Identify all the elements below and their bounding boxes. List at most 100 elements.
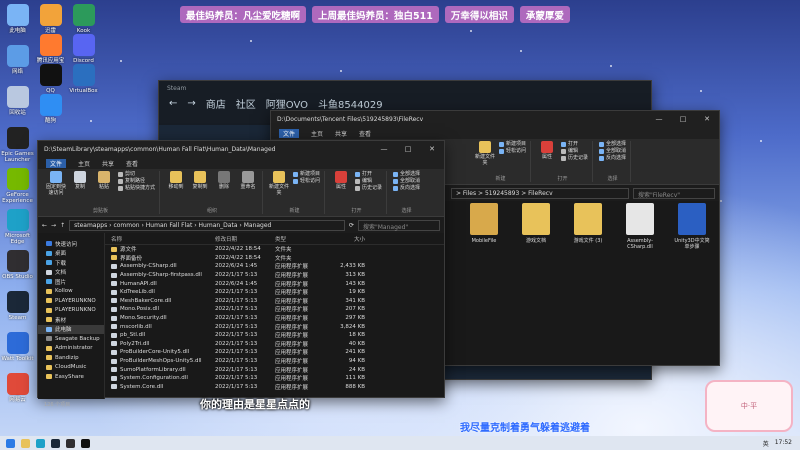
table-row[interactable]: ProBuilderMeshOps-Unity5.dll 2022/1/17 5:…: [105, 357, 444, 366]
new-folder-button[interactable]: 新建文件夹: [475, 141, 495, 166]
clock[interactable]: 17:52: [775, 439, 792, 448]
nav-item[interactable]: 素材: [38, 315, 104, 325]
delete-button[interactable]: 删除: [214, 171, 234, 190]
easy-access-button[interactable]: 轻松访问: [499, 148, 526, 155]
column-header-size[interactable]: 大小: [325, 235, 365, 243]
table-row[interactable]: KdTreeLib.dll 2022/1/17 5:13 应用程序扩展 19 KB: [105, 288, 444, 297]
table-row[interactable]: Assembly-CSharp-firstpass.dll 2022/1/17 5…: [105, 271, 444, 280]
nav-item[interactable]: PLAYERUNKNO: [38, 306, 104, 316]
select-none-button[interactable]: 全部取消: [393, 178, 420, 185]
invert-select-button[interactable]: 反向选择: [599, 155, 626, 162]
nav-item[interactable]: 此电脑: [38, 324, 104, 334]
desktop-shortcut[interactable]: VirtualBox: [66, 64, 101, 94]
nav-item[interactable]: Seagate Backup: [38, 334, 104, 344]
breadcrumb-item[interactable]: Human Fall Flat: [146, 222, 193, 229]
desktop-shortcut[interactable]: 网易云: [0, 373, 35, 403]
nav-item[interactable]: Administrator: [38, 344, 104, 354]
windows-start-icon[interactable]: [6, 438, 15, 448]
nav-item[interactable]: 快速访问: [38, 239, 104, 249]
column-header-name[interactable]: 名称: [105, 235, 215, 243]
easy-access-button[interactable]: 轻松访问: [293, 178, 320, 185]
file-tile[interactable]: 游戏文件 (3): [570, 203, 606, 250]
table-row[interactable]: Mono.Security.dll 2022/1/17 5:13 应用程序扩展 297…: [105, 314, 444, 323]
table-row[interactable]: Assembly-CSharp.dll 2022/6/24 1:45 应用程序扩展 2…: [105, 262, 444, 271]
tab-file[interactable]: 文件: [46, 158, 67, 168]
nav-item[interactable]: PLAYERUNKNO: [38, 296, 104, 306]
history-button[interactable]: 历史记录: [561, 155, 588, 162]
table-row[interactable]: pb_Stl.dll 2022/1/17 5:13 应用程序扩展 18 KB: [105, 331, 444, 340]
open-button[interactable]: 打开: [355, 171, 382, 178]
copy-to-button[interactable]: 复制到: [190, 171, 210, 190]
copy-path-button[interactable]: 复制路径: [118, 178, 155, 185]
desktop-shortcut[interactable]: Discord: [66, 34, 101, 64]
new-item-button[interactable]: 新建项目: [499, 141, 526, 148]
desktop-shortcut[interactable]: Microsoft Edge: [0, 209, 35, 245]
nav-item[interactable]: 文档: [38, 268, 104, 278]
forward-arrow-icon[interactable]: →: [51, 222, 56, 229]
desktop-shortcut[interactable]: Epic Games Launcher: [0, 127, 35, 163]
column-header-date[interactable]: 修改日期: [215, 235, 275, 243]
table-row[interactable]: mscorlib.dll 2022/1/17 5:13 应用程序扩展 3,824 KB: [105, 322, 444, 331]
table-row[interactable]: MeshBakerCore.dll 2022/1/17 5:13 应用程序扩展 341…: [105, 297, 444, 306]
close-icon[interactable]: ✕: [420, 145, 444, 153]
nav-item[interactable]: Bandizip: [38, 353, 104, 363]
breadcrumb-item[interactable]: Managed: [244, 222, 272, 229]
invert-select-button[interactable]: 反向选择: [393, 185, 420, 192]
breadcrumb-item[interactable]: Human_Data: [199, 222, 238, 229]
minimize-icon[interactable]: —: [372, 145, 396, 153]
nav-item[interactable]: CloudMusic: [38, 363, 104, 373]
paste-button[interactable]: 粘贴: [94, 171, 114, 190]
table-row[interactable]: ProBuilderCore-Unity5.dll 2022/1/17 5:13 应…: [105, 348, 444, 357]
cut-button[interactable]: 剪切: [118, 171, 155, 178]
forward-arrow-icon[interactable]: →: [187, 98, 195, 109]
tab-share[interactable]: 共享: [335, 129, 347, 138]
table-row[interactable]: System.Core.dll 2022/1/17 5:13 应用程序扩展 888 K…: [105, 383, 444, 392]
search-input[interactable]: 搜索"Managed": [358, 219, 440, 231]
table-row[interactable]: HumanAPI.dll 2022/6/24 1:45 应用程序扩展 143 KB: [105, 279, 444, 288]
table-row[interactable]: 源文件 2022/4/22 18:54 文件夹: [105, 245, 444, 254]
back-arrow-icon[interactable]: ←: [169, 98, 177, 109]
breadcrumb[interactable]: > Files > 519245893 > FileRecv: [451, 187, 629, 199]
select-all-button[interactable]: 全部选择: [393, 171, 420, 178]
properties-button[interactable]: 属性: [537, 141, 557, 160]
desktop-shortcut[interactable]: GeForce Experience: [0, 168, 35, 204]
tab-share[interactable]: 共享: [102, 159, 114, 168]
breadcrumb-item[interactable]: steamapps: [74, 222, 107, 229]
pin-quick-access-button[interactable]: 固定到快速访问: [46, 171, 66, 196]
table-row[interactable]: System.Configuration.dll 2022/1/17 5:13 应用…: [105, 374, 444, 383]
table-row[interactable]: 界面备份 2022/4/22 18:54 文件夹: [105, 254, 444, 263]
rename-button[interactable]: 重命名: [238, 171, 258, 190]
file-tile[interactable]: Assembly-CSharp.dll: [622, 203, 658, 250]
new-folder-button[interactable]: 新建文件夹: [269, 171, 289, 196]
table-row[interactable]: Mono.Posix.dll 2022/1/17 5:13 应用程序扩展 207 KB: [105, 305, 444, 314]
nav-item[interactable]: Kollow: [38, 287, 104, 297]
steam-icon[interactable]: [51, 438, 60, 448]
edge-icon[interactable]: [36, 438, 45, 448]
open-button[interactable]: 打开: [561, 141, 588, 148]
refresh-icon[interactable]: ⟳: [349, 222, 354, 229]
select-none-button[interactable]: 全部取消: [599, 148, 626, 155]
maximize-icon[interactable]: □: [671, 115, 695, 123]
explorer-window-managed[interactable]: D:\SteamLibrary\steamapps\common\Human F…: [37, 140, 445, 408]
history-button[interactable]: 历史记录: [355, 185, 382, 192]
file-explorer-icon[interactable]: [21, 438, 30, 448]
steam-nav-store[interactable]: 商店: [206, 96, 226, 111]
desktop-shortcut[interactable]: OBS Studio: [0, 250, 35, 280]
steam-nav-community[interactable]: 社区: [236, 96, 256, 111]
new-item-button[interactable]: 新建项目: [293, 171, 320, 178]
tab-home[interactable]: 主页: [311, 129, 323, 138]
move-to-button[interactable]: 移动到: [166, 171, 186, 190]
table-row[interactable]: SumoPlatformLibrary.dll 2022/1/17 5:13 应用程…: [105, 365, 444, 374]
nav-item[interactable]: 下载: [38, 258, 104, 268]
search-input[interactable]: 搜索"FileRecv": [633, 187, 715, 199]
edit-button[interactable]: 编辑: [561, 148, 588, 155]
copy-button[interactable]: 复制: [70, 171, 90, 190]
minimize-icon[interactable]: —: [647, 115, 671, 123]
select-all-button[interactable]: 全部选择: [599, 141, 626, 148]
desktop-shortcut[interactable]: Steam: [0, 291, 35, 321]
edit-button[interactable]: 编辑: [355, 178, 382, 185]
desktop-shortcut[interactable]: 网络: [0, 45, 35, 75]
input-language[interactable]: 英: [763, 439, 769, 448]
nav-item[interactable]: 桌面: [38, 249, 104, 259]
desktop-shortcut[interactable]: 腾讯应用宝: [33, 34, 68, 64]
